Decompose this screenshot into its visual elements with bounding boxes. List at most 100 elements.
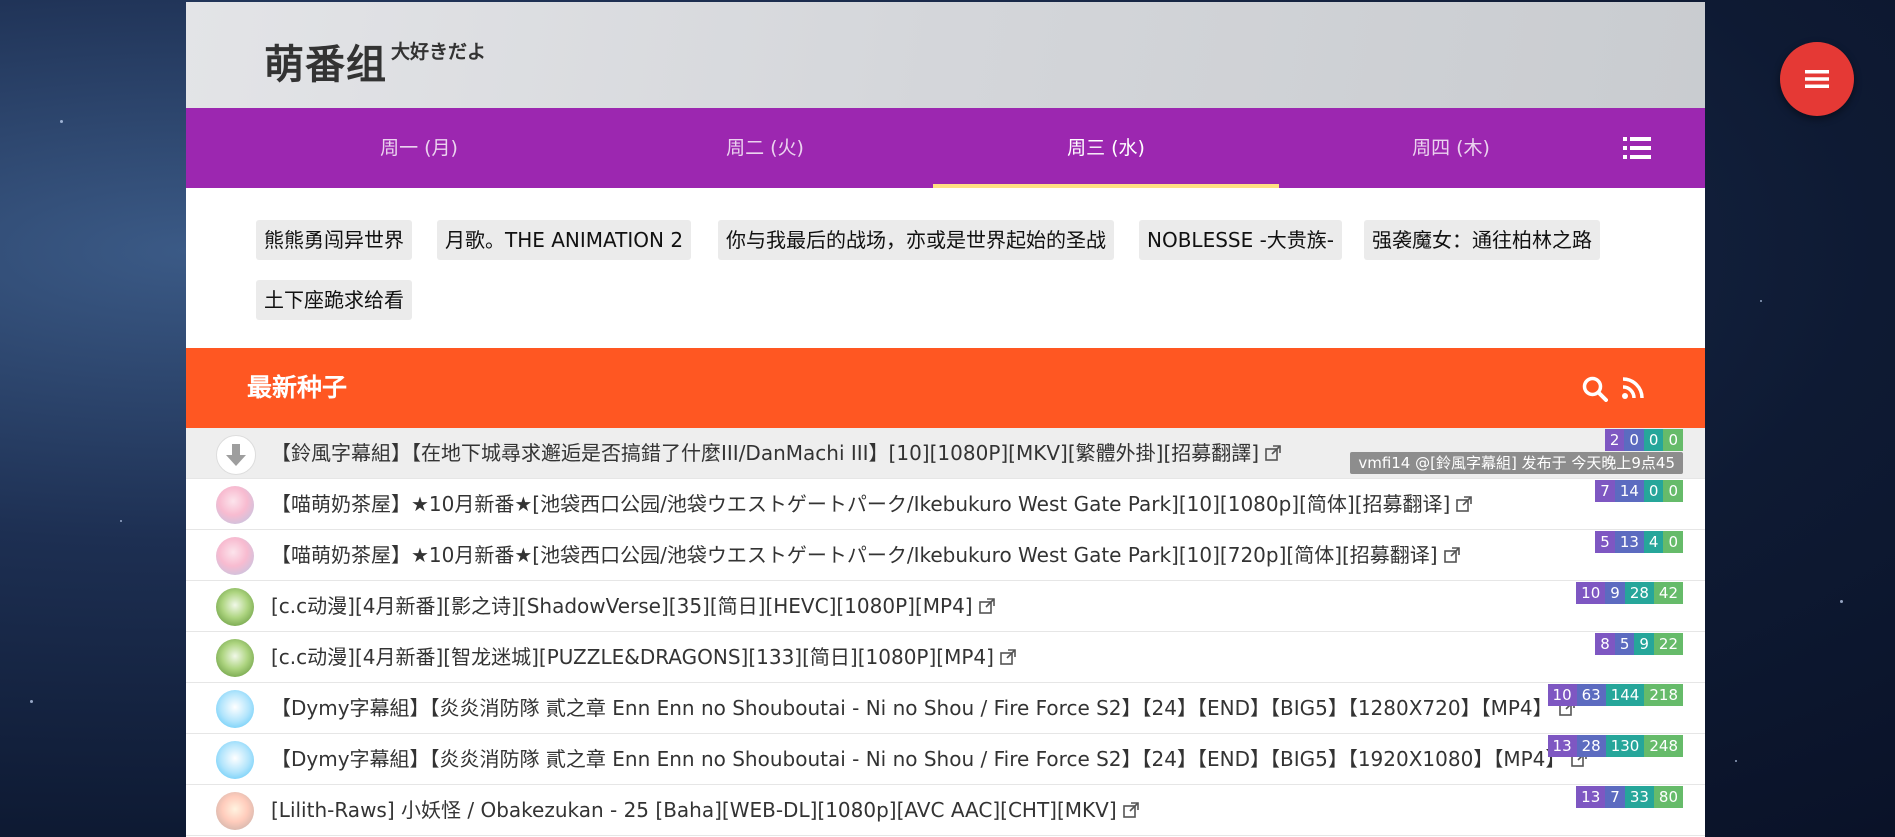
stat-badge: 10 — [1547, 684, 1577, 706]
stat-badge: 9 — [1605, 582, 1625, 604]
tab-tuesday[interactable]: 周二 (火) — [592, 108, 938, 188]
background-star — [1840, 600, 1843, 603]
stat-badge: 28 — [1576, 735, 1606, 757]
torrent-stats: 7 14 0 0 — [1595, 480, 1683, 502]
blue-avatar — [216, 690, 254, 728]
torrent-row[interactable]: 【喵萌奶茶屋】★10月新番★[池袋西口公园/池袋ウエストゲートパーク/Ikebu… — [186, 479, 1705, 530]
anime-chip[interactable]: 土下座跪求给看 — [256, 280, 412, 320]
torrent-stats: 13 7 33 80 — [1576, 786, 1683, 808]
torrent-row[interactable]: 【Dymy字幕組】【炎炎消防隊 貳之章 Enn Enn no Shoubouta… — [186, 683, 1705, 734]
tab-monday[interactable]: 周一 (月) — [246, 108, 592, 188]
stat-badge: 0 — [1663, 429, 1683, 451]
stat-badge: 80 — [1653, 786, 1683, 808]
anime-chip[interactable]: NOBLESSE -大贵族- — [1139, 220, 1343, 260]
stat-badge: 0 — [1663, 480, 1683, 502]
torrent-stats: 8 5 9 22 — [1595, 633, 1683, 655]
stat-badge: 5 — [1595, 531, 1615, 553]
torrent-stats: 2000 — [1604, 429, 1683, 451]
anime-chip[interactable]: 月歌。THE ANIMATION 2 — [437, 220, 692, 260]
external-link-icon[interactable] — [978, 598, 995, 614]
stat-badge: 7 — [1595, 480, 1615, 502]
stat-badge: 14 — [1614, 480, 1644, 502]
torrent-title[interactable]: 【鈴風字幕組】【在地下城尋求邂逅是否搞錯了什麼III/DanMachi III】… — [271, 428, 1281, 478]
tab-wednesday[interactable]: 周三 (水) — [933, 108, 1279, 188]
background-star — [60, 120, 63, 123]
torrent-stats: 5 13 4 0 — [1595, 531, 1683, 553]
publisher-tooltip: vmfi14 @[鈴風字幕組] 发布于 今天晚上9点45 — [1350, 452, 1683, 474]
site-header: 萌番组 大好きだよ — [186, 2, 1705, 108]
stat-badge: 8 — [1595, 633, 1615, 655]
search-icon[interactable] — [1582, 376, 1608, 402]
anime-list: 熊熊勇闯异世界 月歌。THE ANIMATION 2 你与我最后的战场，亦或是世… — [186, 188, 1705, 348]
green-avatar — [216, 639, 254, 677]
background-star — [1760, 300, 1762, 302]
torrent-stats: 13 28 130 248 — [1547, 735, 1683, 757]
stat-badge: 13 — [1576, 786, 1606, 808]
stat-badge: 13 — [1547, 735, 1577, 757]
stat-badge: 144 — [1605, 684, 1645, 706]
stat-badge: 130 — [1605, 735, 1645, 757]
torrent-title[interactable]: 【Dymy字幕組】【炎炎消防隊 貳之章 Enn Enn no Shoubouta… — [271, 734, 1588, 784]
stat-badge: 2 — [1604, 429, 1625, 451]
list-icon[interactable] — [1623, 134, 1651, 162]
torrent-title[interactable]: [c.c动漫][4月新番][影之诗][ShadowVerse][35][简日][… — [271, 581, 995, 631]
torrent-stats: 10 9 28 42 — [1576, 582, 1683, 604]
stat-badge: 9 — [1634, 633, 1654, 655]
torrent-row[interactable]: [Lilith-Raws] 小妖怪 / Obakezukan - 25 [Bah… — [186, 785, 1705, 836]
external-link-icon[interactable] — [1456, 496, 1473, 512]
stat-badge: 10 — [1576, 582, 1606, 604]
torrent-title[interactable]: [Lilith-Raws] 小妖怪 / Obakezukan - 25 [Bah… — [271, 785, 1139, 835]
blue-avatar — [216, 741, 254, 779]
background-star — [30, 700, 33, 703]
peach-avatar — [216, 792, 254, 830]
torrent-row[interactable]: 【喵萌奶茶屋】★10月新番★[池袋西口公园/池袋ウエストゲートパーク/Ikebu… — [186, 530, 1705, 581]
green-avatar — [216, 588, 254, 626]
torrent-title[interactable]: 【喵萌奶茶屋】★10月新番★[池袋西口公园/池袋ウエストゲートパーク/Ikebu… — [271, 530, 1460, 580]
stat-badge: 248 — [1644, 735, 1683, 757]
menu-icon — [1805, 70, 1829, 88]
stat-badge: 0 — [1643, 429, 1664, 451]
background-star — [1735, 760, 1737, 762]
stat-badge: 0 — [1643, 480, 1664, 502]
external-link-icon[interactable] — [1443, 547, 1460, 563]
menu-fab-button[interactable] — [1780, 42, 1854, 116]
torrent-row[interactable]: [c.c动漫][4月新番][影之诗][ShadowVerse][35][简日][… — [186, 581, 1705, 632]
pink-avatar — [216, 486, 254, 524]
tab-thursday[interactable]: 周四 (木) — [1278, 108, 1624, 188]
stat-badge: 218 — [1644, 684, 1683, 706]
stat-badge: 0 — [1663, 531, 1683, 553]
torrent-stats: 10 63 144 218 — [1547, 684, 1683, 706]
stat-badge: 13 — [1614, 531, 1644, 553]
pink-avatar — [216, 537, 254, 575]
brand-tagline: 大好きだよ — [391, 41, 487, 63]
torrent-row[interactable]: 【Dymy字幕組】【炎炎消防隊 貳之章 Enn Enn no Shoubouta… — [186, 734, 1705, 785]
stat-badge: 4 — [1643, 531, 1664, 553]
section-title: 最新种子 — [247, 373, 348, 402]
torrent-title[interactable]: 【喵萌奶茶屋】★10月新番★[池袋西口公园/池袋ウエストゲートパーク/Ikebu… — [271, 479, 1473, 529]
torrent-title[interactable]: [c.c动漫][4月新番][智龙迷城][PUZZLE&DRAGONS][133]… — [271, 632, 1016, 682]
rss-icon[interactable] — [1621, 376, 1645, 400]
stat-badge: 63 — [1576, 684, 1606, 706]
external-link-icon[interactable] — [1000, 649, 1016, 665]
stat-badge: 33 — [1624, 786, 1654, 808]
stat-badge: 7 — [1605, 786, 1625, 808]
anime-chip[interactable]: 强袭魔女：通往柏林之路 — [1364, 220, 1600, 260]
stat-badge: 28 — [1624, 582, 1654, 604]
torrent-title[interactable]: 【Dymy字幕組】【炎炎消防隊 貳之章 Enn Enn no Shoubouta… — [271, 683, 1575, 733]
download-icon — [216, 435, 256, 475]
site-logo[interactable]: 萌番组 大好きだよ — [264, 32, 486, 90]
anime-chip[interactable]: 你与我最后的战场，亦或是世界起始的圣战 — [718, 220, 1114, 260]
main-container: 萌番组 大好きだよ 周一 (月) 周二 (火) 周三 (水) 周四 (木) 熊熊勇… — [186, 2, 1705, 837]
torrent-row[interactable]: [c.c动漫][4月新番][智龙迷城][PUZZLE&DRAGONS][133]… — [186, 632, 1705, 683]
anime-chip[interactable]: 熊熊勇闯异世界 — [256, 220, 412, 260]
weekday-nav: 周一 (月) 周二 (火) 周三 (水) 周四 (木) — [186, 108, 1705, 188]
latest-torrents-bar: 最新种子 — [186, 348, 1705, 428]
torrent-row[interactable]: 【鈴風字幕組】【在地下城尋求邂逅是否搞錯了什麼III/DanMachi III】… — [186, 428, 1705, 479]
external-link-icon[interactable] — [1122, 802, 1139, 818]
stat-badge: 42 — [1653, 582, 1683, 604]
brand-name: 萌番组 — [264, 42, 387, 88]
stat-badge: 22 — [1653, 633, 1683, 655]
external-link-icon[interactable] — [1265, 445, 1281, 461]
stat-badge: 0 — [1624, 429, 1644, 451]
background-star — [120, 520, 122, 522]
